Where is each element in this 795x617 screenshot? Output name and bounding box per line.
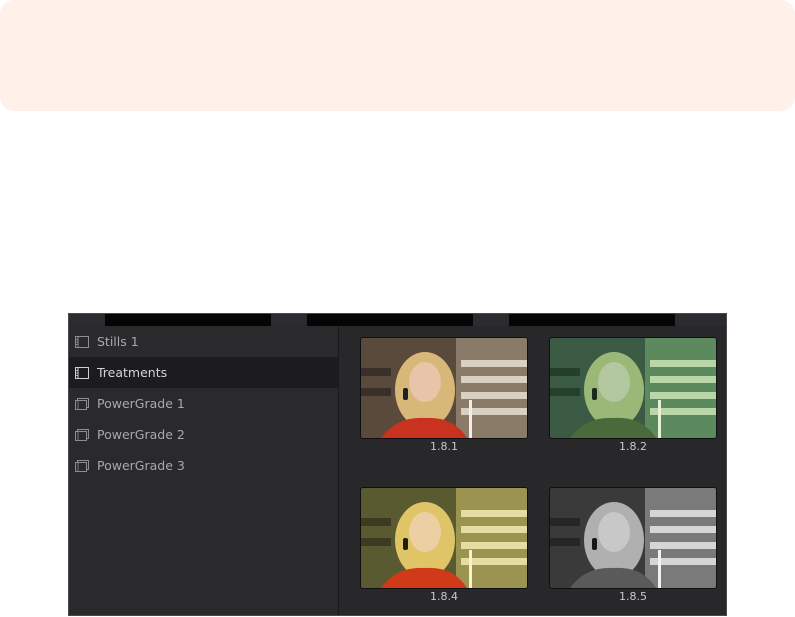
stills-album-icon — [75, 366, 89, 379]
top-bar-segment — [675, 314, 726, 326]
stills-grid: 1.8.1 1.8.2 1.8.4 1.8.5 — [339, 326, 726, 615]
still-image — [361, 488, 527, 588]
gallery-top-bar — [69, 314, 726, 326]
top-bar-segment — [473, 314, 509, 326]
powergrade-album-icon — [75, 459, 89, 472]
still-label: 1.8.5 — [619, 590, 647, 603]
note-box — [0, 0, 795, 111]
still-label: 1.8.2 — [619, 440, 647, 453]
still-label: 1.8.1 — [430, 440, 458, 453]
still-thumbnail-1-8-5[interactable] — [549, 487, 717, 589]
album-item-label: PowerGrade 2 — [97, 427, 185, 442]
still-image — [550, 488, 716, 588]
stills-album-icon — [75, 335, 89, 348]
still-thumbnail-1-8-1[interactable] — [360, 337, 528, 439]
album-item-treatments[interactable]: Treatments — [69, 357, 338, 388]
powergrade-album-icon — [75, 428, 89, 441]
still-thumbnail-1-8-4[interactable] — [360, 487, 528, 589]
album-item-label: PowerGrade 3 — [97, 458, 185, 473]
album-item-label: Stills 1 — [97, 334, 139, 349]
still-image — [361, 338, 527, 438]
gallery-panel: Stills 1 Treatments PowerGrade 1 PowerGr… — [68, 313, 727, 616]
top-bar-segment — [69, 314, 105, 326]
album-item-label: Treatments — [97, 365, 168, 380]
album-item-stills-1[interactable]: Stills 1 — [69, 326, 338, 357]
album-item-powergrade-2[interactable]: PowerGrade 2 — [69, 419, 338, 450]
album-item-powergrade-1[interactable]: PowerGrade 1 — [69, 388, 338, 419]
powergrade-album-icon — [75, 397, 89, 410]
album-item-powergrade-3[interactable]: PowerGrade 3 — [69, 450, 338, 481]
top-bar-segment — [271, 314, 307, 326]
album-item-label: PowerGrade 1 — [97, 396, 185, 411]
album-sidebar: Stills 1 Treatments PowerGrade 1 PowerGr… — [69, 326, 339, 615]
still-label: 1.8.4 — [430, 590, 458, 603]
still-thumbnail-1-8-2[interactable] — [549, 337, 717, 439]
still-image — [550, 338, 716, 438]
